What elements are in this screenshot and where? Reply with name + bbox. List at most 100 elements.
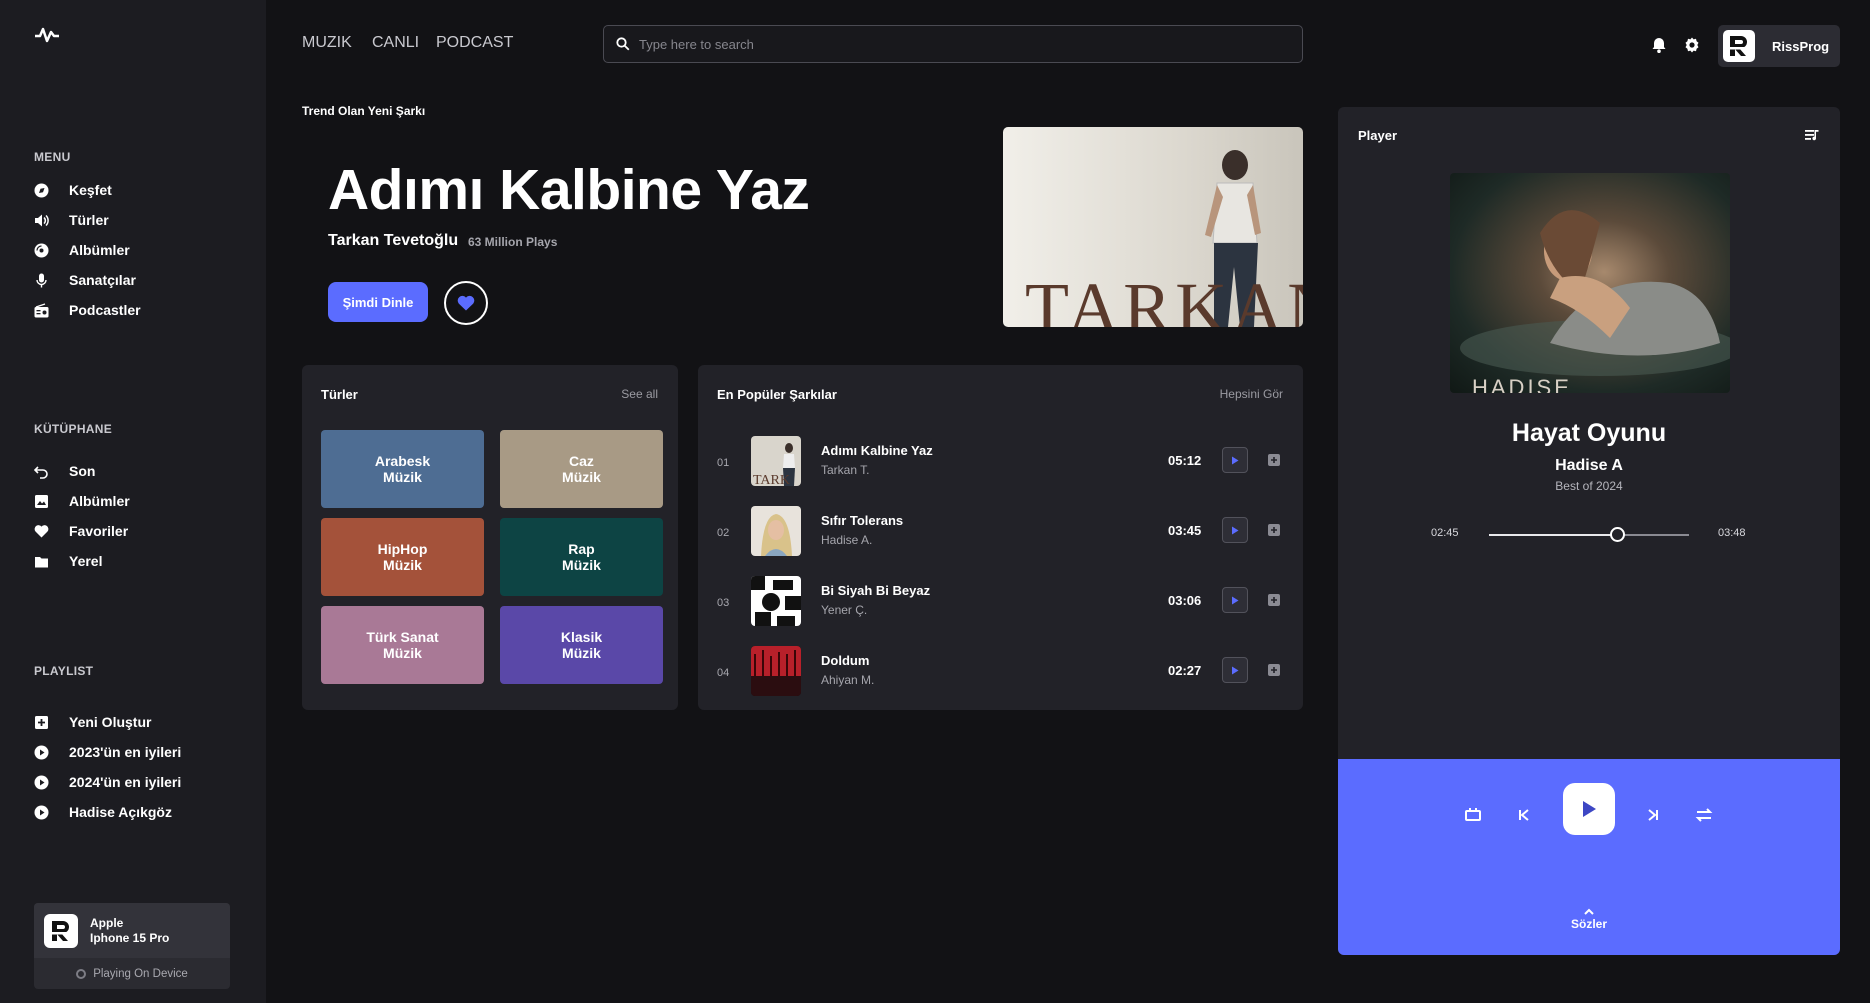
- compass-icon: [34, 183, 49, 198]
- playing-device-card[interactable]: Apple Iphone 15 Pro Playing On Device: [34, 903, 230, 989]
- repeat-button[interactable]: [1463, 805, 1483, 825]
- trend-label: Trend Olan Yeni Şarkı: [302, 104, 426, 118]
- now-playing-artist[interactable]: Hadise A: [1338, 457, 1840, 475]
- genres-panel: Türler See all Arabesk Müzik Caz Müzik HipHo…: [302, 365, 678, 710]
- topnav-muzik[interactable]: MUZIK: [302, 34, 352, 52]
- library-item-favoriler[interactable]: Favoriler: [34, 520, 128, 542]
- menu-item-türler[interactable]: Türler: [34, 209, 109, 231]
- library-item-label: Yerel: [69, 553, 103, 569]
- song-play-button[interactable]: [1222, 517, 1248, 543]
- shuffle-button[interactable]: [1694, 805, 1714, 825]
- microphone-icon: [34, 273, 49, 288]
- menu-item-label: Türler: [69, 212, 109, 228]
- add-to-playlist-button[interactable]: [1268, 524, 1280, 536]
- song-row[interactable]: 03 Bi Siyah Bi Beyaz Yener Ç. 03:06: [698, 571, 1298, 629]
- menu-item-podcastler[interactable]: Podcastler: [34, 299, 141, 321]
- chevron-up-icon[interactable]: [1582, 908, 1596, 916]
- repeat-icon: [1465, 808, 1481, 821]
- play-icon: [1232, 666, 1239, 674]
- add-to-playlist-button[interactable]: [1268, 664, 1280, 676]
- progress-slider[interactable]: [1489, 527, 1689, 542]
- menu-item-label: Podcastler: [69, 302, 141, 318]
- song-title[interactable]: Doldum: [821, 653, 869, 668]
- search-bar[interactable]: [603, 25, 1303, 63]
- profile-name: RissProg: [1772, 38, 1830, 54]
- playlist-item-label: 2023'ün en iyileri: [69, 744, 182, 760]
- playlist-item-label: Hadise Açıkgöz: [69, 804, 172, 820]
- radio-icon: [34, 302, 49, 318]
- player-controls: Sözler: [1338, 759, 1840, 955]
- song-title[interactable]: Sıfır Tolerans: [821, 513, 903, 528]
- song-row[interactable]: 01 TARK Adımı Kalbine Yaz Tarkan T. 05:12: [698, 431, 1298, 489]
- previous-button[interactable]: [1514, 805, 1534, 825]
- menu-item-albümler[interactable]: Albümler: [34, 239, 130, 261]
- genre-label: Caz Müzik: [562, 453, 601, 485]
- plus-icon: [1271, 457, 1277, 463]
- library-item-son[interactable]: Son: [34, 460, 95, 482]
- library-item-yerel[interactable]: Yerel: [34, 550, 102, 572]
- popular-title: En Popüler Şarkılar: [717, 387, 837, 402]
- next-button[interactable]: [1643, 805, 1663, 825]
- playlist-item-label: 2024'ün en iyileri: [69, 774, 182, 790]
- waveform-logo-icon[interactable]: [34, 26, 60, 44]
- genre-label: Türk Sanat Müzik: [366, 629, 439, 661]
- svg-text:TARK: TARK: [753, 473, 790, 486]
- folder-icon: [34, 554, 49, 569]
- bell-icon[interactable]: [1650, 36, 1668, 54]
- progress-knob[interactable]: [1610, 527, 1625, 542]
- song-play-button[interactable]: [1222, 447, 1248, 473]
- library-item-albümler[interactable]: Albümler: [34, 490, 130, 512]
- topnav-podcast[interactable]: PODCAST: [436, 34, 513, 52]
- gear-icon[interactable]: [1683, 36, 1701, 54]
- now-playing-title: Hayat Oyunu: [1511, 419, 1667, 447]
- total-time: 03:48: [1718, 527, 1746, 539]
- album-art-text: HADISE: [1472, 375, 1572, 393]
- menu-item-keşfet[interactable]: Keşfet: [34, 179, 112, 201]
- add-to-playlist-button[interactable]: [1268, 594, 1280, 606]
- song-duration: 03:06: [1168, 593, 1202, 608]
- search-input[interactable]: [639, 36, 1259, 52]
- playlist-item-hadise-açıkgöz[interactable]: Hadise Açıkgöz: [34, 801, 172, 823]
- song-artist[interactable]: Ahiyan M.: [821, 673, 874, 687]
- genres-title: Türler: [321, 387, 358, 402]
- song-row[interactable]: 04 Doldum Ahiyan M. 02:27: [698, 641, 1298, 699]
- genres-see-all-link[interactable]: See all: [621, 387, 658, 401]
- song-play-button[interactable]: [1222, 657, 1248, 683]
- playlist-item-2024-ün-en-iyileri[interactable]: 2024'ün en iyileri: [34, 771, 181, 793]
- song-title[interactable]: Adımı Kalbine Yaz: [821, 443, 933, 458]
- genre-tile[interactable]: Türk Sanat Müzik: [321, 606, 484, 684]
- playlist-item-yeni-oluştur[interactable]: Yeni Oluştur: [34, 711, 151, 733]
- song-number: 04: [717, 667, 730, 679]
- topnav-canli[interactable]: CANLI: [372, 34, 419, 52]
- now-playing-album: Best of 2024: [1555, 479, 1623, 493]
- song-title[interactable]: Bi Siyah Bi Beyaz: [821, 583, 930, 598]
- genre-tile[interactable]: Klasik Müzik: [500, 606, 663, 684]
- song-artist[interactable]: Tarkan T.: [821, 463, 869, 477]
- popular-see-all-link[interactable]: Hepsini Gör: [1220, 387, 1283, 401]
- sidebar: MENU Keşfet Türler Albümler Sanatçılar Podca…: [0, 0, 266, 1003]
- menu-item-sanatçılar[interactable]: Sanatçılar: [34, 269, 136, 291]
- genre-tile[interactable]: HipHop Müzik: [321, 518, 484, 596]
- lyrics-button[interactable]: Sözler: [1338, 917, 1840, 931]
- disc-icon: [34, 243, 49, 258]
- song-artist[interactable]: Yener Ç.: [821, 603, 867, 617]
- undo-icon: [34, 464, 49, 479]
- playlist-item-2023-ün-en-iyileri[interactable]: 2023'ün en iyileri: [34, 741, 181, 763]
- queue-icon[interactable]: [1804, 127, 1820, 143]
- genre-tile[interactable]: Caz Müzik: [500, 430, 663, 508]
- play-button[interactable]: [1563, 783, 1615, 835]
- song-number: 02: [717, 527, 730, 539]
- listen-now-button[interactable]: Şimdi Dinle: [328, 282, 428, 322]
- genre-tile[interactable]: Arabesk Müzik: [321, 430, 484, 508]
- device-model: Iphone 15 Pro: [90, 930, 170, 945]
- hero-artist[interactable]: Tarkan Tevetoğlu: [328, 232, 458, 250]
- favorite-button[interactable]: [444, 281, 488, 325]
- plus-icon: [1271, 527, 1277, 533]
- song-artist[interactable]: Hadise A.: [821, 533, 872, 547]
- play-circle-icon: [34, 805, 49, 820]
- song-play-button[interactable]: [1222, 587, 1248, 613]
- genre-tile[interactable]: Rap Müzik: [500, 518, 663, 596]
- add-to-playlist-button[interactable]: [1268, 454, 1280, 466]
- profile-button[interactable]: RissProg: [1718, 25, 1840, 67]
- song-row[interactable]: 02 Sıfır Tolerans Hadise A. 03:45: [698, 501, 1298, 559]
